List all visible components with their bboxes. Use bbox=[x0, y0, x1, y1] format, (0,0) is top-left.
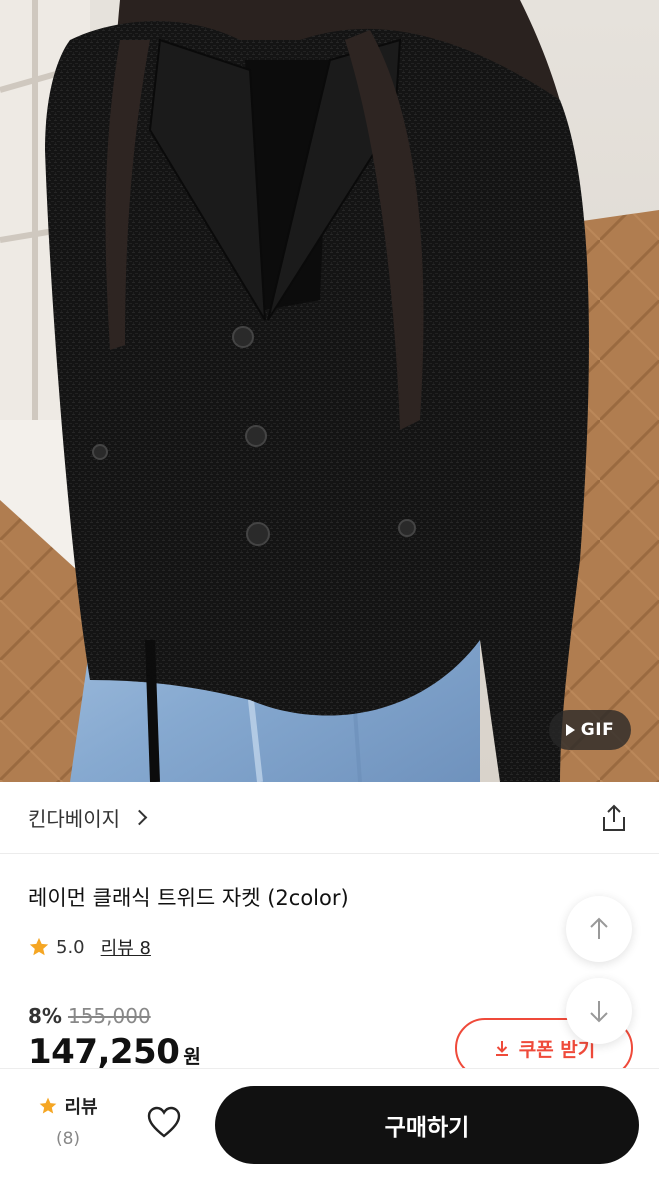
price-unit: 원 bbox=[183, 1046, 201, 1068]
star-icon bbox=[40, 1097, 57, 1114]
heart-icon[interactable] bbox=[146, 1105, 182, 1139]
arrow-down-icon bbox=[590, 1001, 608, 1023]
buy-button[interactable]: 구매하기 bbox=[215, 1086, 639, 1164]
product-title: 레이먼 클래식 트위드 자켓 (2color) bbox=[28, 886, 349, 910]
brand-name: 킨다베이지 bbox=[28, 807, 120, 831]
share-icon[interactable] bbox=[599, 803, 629, 833]
arrow-up-icon bbox=[590, 917, 608, 939]
review-tab-label: 리뷰 bbox=[64, 1097, 98, 1118]
product-image[interactable]: GIF bbox=[0, 0, 659, 782]
review-link[interactable]: 리뷰 8 bbox=[101, 934, 151, 960]
scroll-down-button[interactable] bbox=[566, 978, 632, 1044]
review-tab[interactable]: 리뷰 (8) bbox=[30, 1093, 106, 1149]
product-photo-illustration bbox=[0, 0, 659, 782]
price-block: 8% 155,000 147,250 원 bbox=[28, 1004, 201, 1072]
gif-label: GIF bbox=[580, 720, 615, 740]
sale-price: 147,250 bbox=[28, 1032, 180, 1072]
discount-rate: 8% bbox=[28, 1004, 62, 1028]
play-icon bbox=[565, 724, 575, 736]
brand-link[interactable]: 킨다베이지 bbox=[28, 803, 148, 832]
download-icon bbox=[495, 1041, 508, 1056]
brand-row: 킨다베이지 bbox=[0, 782, 659, 854]
original-price: 155,000 bbox=[67, 1004, 151, 1028]
bottom-action-bar: 리뷰 (8) 구매하기 bbox=[0, 1068, 659, 1200]
rating-value: 5.0 bbox=[56, 936, 85, 958]
chevron-right-icon bbox=[131, 809, 148, 826]
rating-row: 5.0 리뷰 8 bbox=[28, 934, 151, 960]
gif-badge[interactable]: GIF bbox=[549, 710, 631, 750]
review-tab-count: (8) bbox=[55, 1129, 81, 1149]
star-icon bbox=[29, 937, 49, 956]
scroll-up-button[interactable] bbox=[566, 896, 632, 962]
product-detail-page: GIF 킨다베이지 레이먼 클래식 트위드 자켓 (2color) 5.0 리뷰… bbox=[0, 0, 659, 1200]
